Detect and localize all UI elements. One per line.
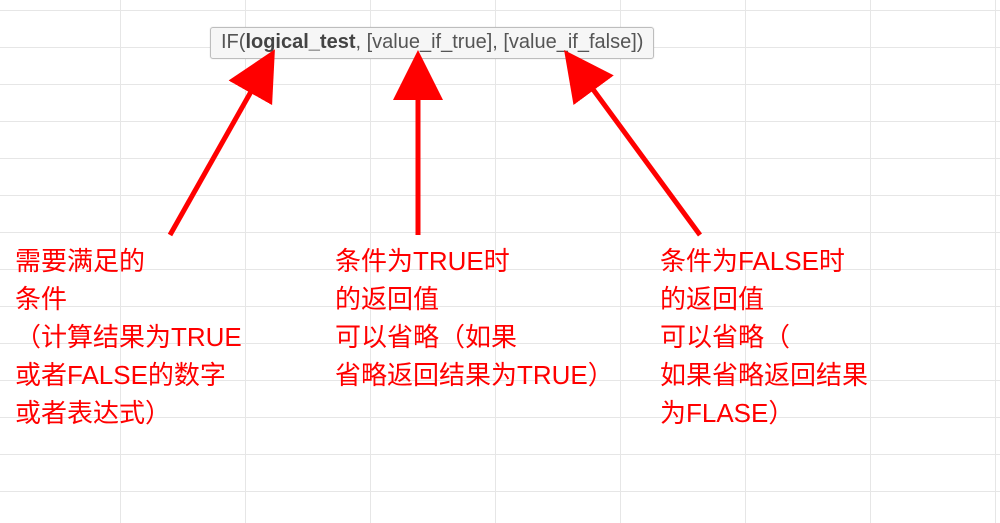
tooltip-arg2: [value_if_true] xyxy=(367,31,493,53)
tooltip-arg1: logical_test xyxy=(245,31,355,53)
tooltip-sep1: , xyxy=(355,31,366,53)
note-value-if-true: 条件为TRUE时 的返回值 可以省略（如果 省略返回结果为TRUE） xyxy=(335,242,614,394)
formula-tooltip: IF(logical_test, [value_if_true], [value… xyxy=(210,27,654,59)
tooltip-prefix: IF( xyxy=(221,31,245,53)
note-logical-test: 需要满足的 条件 （计算结果为TRUE 或者FALSE的数字 或者表达式） xyxy=(15,242,242,432)
tooltip-sep2: , xyxy=(492,31,503,53)
tooltip-arg3: [value_if_false] xyxy=(503,31,636,53)
note-value-if-false: 条件为FALSE时 的返回值 可以省略（ 如果省略返回结果 为FLASE） xyxy=(660,242,868,432)
tooltip-suffix: ) xyxy=(637,31,644,53)
